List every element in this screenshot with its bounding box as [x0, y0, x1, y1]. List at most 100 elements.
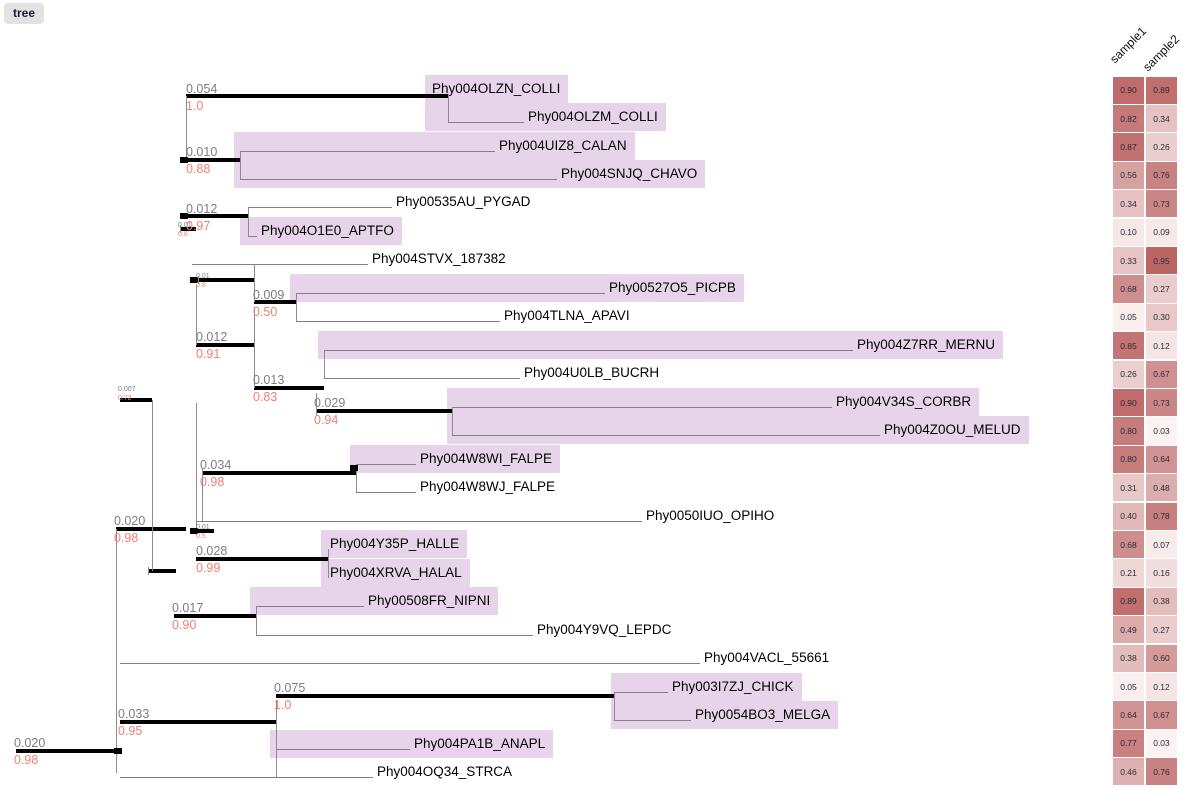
heatmap-cell[interactable]: 0.82 [1113, 104, 1144, 133]
tree-branch [120, 777, 373, 778]
heatmap-cell[interactable]: 0.27 [1146, 616, 1177, 644]
tree-branch [248, 236, 257, 237]
heatmap-cell[interactable]: 0.90 [1113, 76, 1144, 104]
heatmap-column-header: sample2 [1140, 32, 1183, 74]
tree-tip-label[interactable]: Phy004OLZM_COLLI [528, 110, 658, 124]
heatmap-cell[interactable]: 0.68 [1113, 275, 1144, 303]
tree-tip-label[interactable]: Phy004Z7RR_MERNU [857, 338, 995, 352]
heatmap-cell[interactable]: 0.78 [1146, 502, 1177, 530]
heatmap-cell[interactable]: 0.67 [1146, 360, 1177, 388]
heatmap-cell[interactable]: 0.03 [1146, 417, 1177, 445]
tree-tip-label[interactable]: Phy004OQ34_STRCA [377, 765, 512, 779]
heatmap-cell[interactable]: 0.89 [1113, 587, 1144, 615]
support-value-label: 0.88 [186, 162, 211, 176]
heatmap-cell[interactable]: 0.80 [1113, 445, 1144, 473]
heatmap-cell[interactable]: 0.80 [1113, 417, 1144, 445]
heatmap-cell[interactable]: 0.34 [1113, 190, 1144, 218]
tree-tip-label[interactable]: Phy004SNJQ_CHAVO [561, 167, 697, 181]
heatmap-cell[interactable]: 0.85 [1113, 332, 1144, 360]
heatmap-cell[interactable]: 0.73 [1146, 388, 1177, 417]
heatmap-cell[interactable]: 0.30 [1146, 303, 1177, 331]
support-value-label: 0.98 [200, 475, 225, 489]
heatmap-cell[interactable]: 0.87 [1113, 133, 1144, 161]
tree-tip-label[interactable]: Phy004TLNA_APAVI [504, 309, 630, 323]
tree-tip-label[interactable]: Phy004Y35P_HALLE [330, 537, 459, 551]
support-value-label: 1.0 [186, 99, 204, 113]
tree-connector [296, 293, 297, 321]
heatmap-cell[interactable]: 0.48 [1146, 474, 1177, 502]
heatmap-cell[interactable]: 0.77 [1113, 729, 1144, 757]
branch-length-label: 0.01 [178, 222, 192, 229]
tree-tip-label[interactable]: Phy004PA1B_ANAPL [414, 737, 545, 751]
heatmap-cell[interactable]: 0.67 [1146, 701, 1177, 729]
branch-length-label: 0.029 [314, 396, 346, 410]
tree-tip-label[interactable]: Phy00535AU_PYGAD [396, 195, 530, 209]
heatmap-cell[interactable]: 0.16 [1146, 559, 1177, 587]
heatmap-cell[interactable]: 0.21 [1113, 559, 1144, 587]
support-value-label: 0.8 [196, 282, 206, 289]
heatmap-cell[interactable]: 0.46 [1113, 758, 1144, 786]
tree-tip-label[interactable]: Phy004UIZ8_CALAN [499, 139, 627, 153]
heatmap-cell[interactable]: 0.38 [1146, 587, 1177, 615]
heatmap-cell[interactable]: 0.26 [1146, 133, 1177, 161]
heatmap-cell[interactable]: 0.34 [1146, 104, 1177, 133]
heatmap-cell[interactable]: 0.64 [1113, 701, 1144, 729]
heatmap-cell[interactable]: 0.27 [1146, 275, 1177, 303]
heatmap-cell[interactable]: 0.12 [1146, 332, 1177, 360]
tree-tip-label[interactable]: Phy004VACL_55661 [704, 651, 829, 665]
heatmap-cell[interactable]: 0.09 [1146, 218, 1177, 246]
heatmap-cell[interactable]: 0.73 [1146, 190, 1177, 218]
tree-tip-label[interactable]: Phy00508FR_NIPNI [368, 594, 490, 608]
heatmap-cell[interactable]: 0.60 [1146, 644, 1177, 672]
tree-connector [328, 549, 329, 578]
tree-node-marker [350, 465, 358, 471]
support-value-label: 0.99 [196, 561, 221, 575]
tree-tip-label[interactable]: Phy004STVX_187382 [372, 252, 506, 266]
heatmap-cell[interactable]: 0.03 [1146, 729, 1177, 757]
branch-length-label: 0.01 [196, 273, 210, 280]
tree-branch [296, 293, 605, 294]
heatmap-cell[interactable]: 0.49 [1113, 616, 1144, 644]
heatmap-cell[interactable]: 0.68 [1113, 530, 1144, 559]
tree-tip-label[interactable]: Phy004OLZN_COLLI [432, 82, 560, 96]
tree-branch [276, 749, 410, 750]
tree-connector [614, 692, 615, 720]
tree-tip-label[interactable]: Phy004V34S_CORBR [836, 395, 971, 409]
tree-connector [116, 529, 117, 773]
heatmap-cell[interactable]: 0.40 [1113, 502, 1144, 530]
heatmap-cell[interactable]: 0.56 [1113, 161, 1144, 189]
heatmap-cell[interactable]: 0.07 [1146, 530, 1177, 559]
tree-branch [256, 635, 533, 636]
tree-tip-label[interactable]: Phy004XRVA_HALAL [330, 566, 462, 580]
heatmap-cell[interactable]: 0.26 [1113, 360, 1144, 388]
heatmap-cell[interactable]: 0.05 [1113, 303, 1144, 331]
heatmap-cell[interactable]: 0.05 [1113, 672, 1144, 701]
tree-tip-label[interactable]: Phy004W8WI_FALPE [420, 452, 552, 466]
tree-tip-label[interactable]: Phy004U0LB_BUCRH [524, 366, 659, 380]
heatmap-cell[interactable]: 0.31 [1113, 474, 1144, 502]
heatmap-cell[interactable]: 0.90 [1113, 388, 1144, 417]
tree-tip-label[interactable]: Phy004Y9VQ_LEPDC [537, 623, 671, 637]
tree-tip-label[interactable]: Phy0054BO3_MELGA [695, 708, 830, 722]
tree-connector [240, 151, 241, 179]
tree-tip-label[interactable]: Phy004W8WJ_FALPE [420, 480, 555, 494]
tree-connector [148, 567, 149, 575]
heatmap-cell[interactable]: 0.89 [1146, 76, 1177, 104]
heatmap-cell[interactable]: 0.95 [1146, 246, 1177, 275]
heatmap-cell[interactable]: 0.12 [1146, 672, 1177, 701]
tree-branch [452, 407, 832, 408]
heatmap-cell[interactable]: 0.76 [1146, 161, 1177, 189]
tree-connector [248, 207, 249, 236]
branch-length-label: 0.009 [253, 288, 285, 302]
heatmap-cell[interactable]: 0.10 [1113, 218, 1144, 246]
heatmap-cell[interactable]: 0.33 [1113, 246, 1144, 275]
heatmap-cell[interactable]: 0.76 [1146, 758, 1177, 786]
support-value-label: 0.90 [172, 618, 197, 632]
tree-tip-label[interactable]: Phy003I7ZJ_CHICK [672, 680, 794, 694]
tree-tip-label[interactable]: Phy004Z0OU_MELUD [884, 423, 1021, 437]
tree-tip-label[interactable]: Phy00527O5_PICPB [609, 281, 736, 295]
tree-tip-label[interactable]: Phy004O1E0_APTFO [261, 224, 394, 238]
heatmap-cell[interactable]: 0.64 [1146, 445, 1177, 473]
tree-tip-label[interactable]: Phy0050IUO_OPIHO [646, 509, 774, 523]
heatmap-cell[interactable]: 0.38 [1113, 644, 1144, 672]
